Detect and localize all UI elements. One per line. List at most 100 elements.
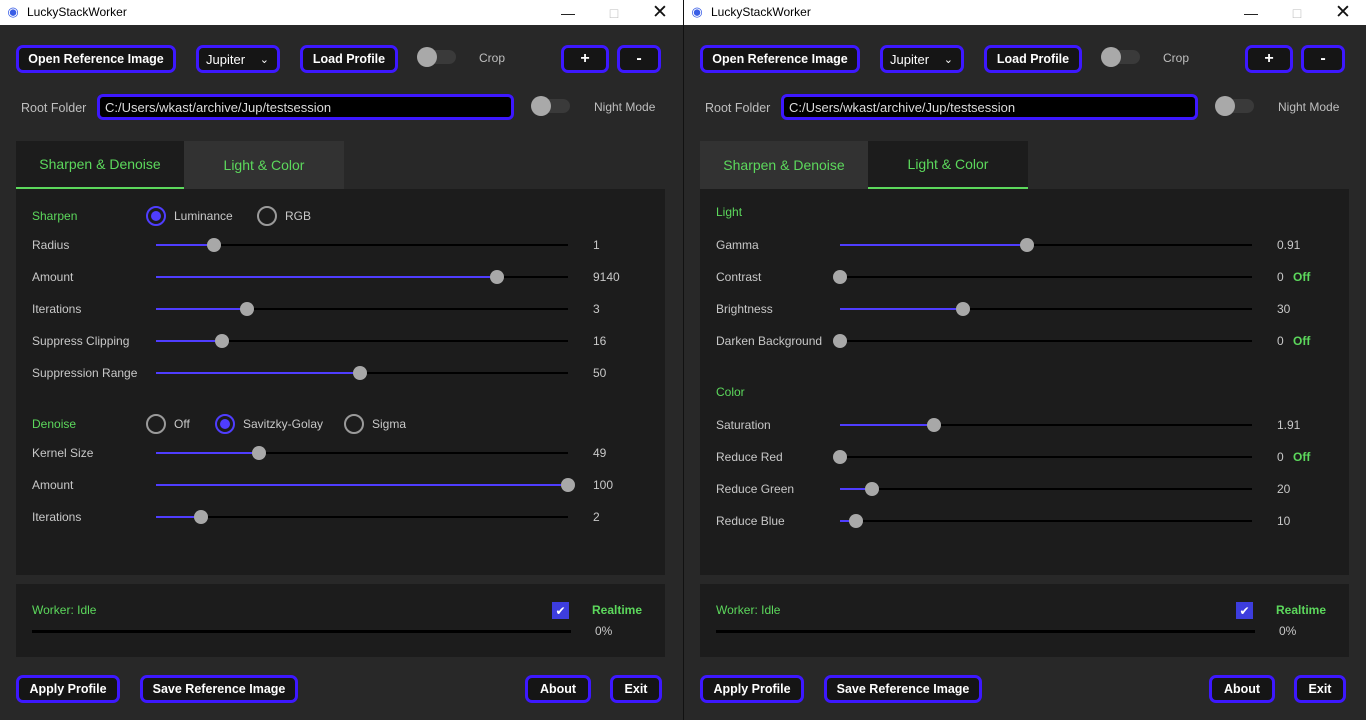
denoise-mode-off[interactable]: Off [146, 414, 190, 434]
tab-light-color[interactable]: Light & Color [868, 141, 1028, 189]
crop-toggle[interactable] [1101, 47, 1140, 67]
slider-label: Radius [32, 238, 70, 252]
sharpen-denoise-panel: Sharpen Luminance RGB Radius 1 Amount 9140 Iter… [16, 189, 665, 575]
radio-label: Savitzky-Golay [243, 417, 324, 431]
root-folder-input[interactable]: C:/Users/wkast/archive/Jup/testsession [97, 94, 514, 120]
realtime-checkbox[interactable]: ✔ [552, 602, 569, 619]
slider-handle[interactable] [214, 334, 229, 348]
slider-light-contrast[interactable] [833, 270, 1252, 284]
slider-handle[interactable] [1020, 238, 1035, 252]
tab-sharpen-denoise[interactable]: Sharpen & Denoise [700, 141, 868, 189]
slider-handle[interactable] [833, 450, 847, 464]
slider-fill [840, 424, 934, 426]
crop-toggle[interactable] [417, 47, 456, 67]
apply-profile-button[interactable]: Apply Profile [700, 675, 804, 703]
slider-handle[interactable] [833, 270, 847, 284]
slider-sharpen-amount[interactable] [156, 270, 568, 284]
slider-light-darken-background[interactable] [833, 334, 1252, 348]
open-reference-button[interactable]: Open Reference Image [16, 45, 176, 73]
slider-value: 3 [593, 302, 600, 316]
slider-row-light-contrast: Contrast 0 Off [700, 267, 1349, 287]
about-button[interactable]: About [1209, 675, 1275, 703]
slider-color-reduce-red[interactable] [833, 450, 1252, 464]
slider-denoise-amount[interactable] [156, 478, 575, 492]
crop-label: Crop [1163, 51, 1190, 65]
slider-handle[interactable] [240, 302, 255, 316]
slider-value: 30 [1277, 302, 1291, 316]
slider-sharpen-iterations[interactable] [156, 302, 568, 316]
maximize-icon[interactable]: □ [1274, 0, 1320, 25]
zoom-out-button[interactable]: - [1301, 45, 1345, 73]
slider-handle[interactable] [194, 510, 209, 524]
slider-handle[interactable] [833, 334, 847, 348]
denoise-title: Denoise [32, 417, 77, 431]
night-mode-toggle[interactable] [531, 96, 570, 116]
slider-fill [156, 484, 568, 486]
slider-label: Amount [32, 478, 74, 492]
slider-sharpen-suppress-clipping[interactable] [156, 334, 568, 348]
profile-select[interactable]: Jupiter ⌄ [880, 45, 964, 73]
slider-row-light-brightness: Brightness 30 [700, 299, 1349, 319]
exit-button[interactable]: Exit [610, 675, 662, 703]
slider-fill [156, 276, 498, 278]
save-reference-button[interactable]: Save Reference Image [824, 675, 982, 703]
slider-label: Reduce Blue [716, 514, 785, 528]
slider-value: 1.91 [1277, 418, 1301, 432]
slider-handle[interactable] [849, 514, 864, 528]
progress-percent: 0% [1279, 624, 1297, 638]
minimize-icon[interactable]: — [1228, 0, 1274, 25]
zoom-in-button[interactable]: + [561, 45, 609, 73]
slider-handle[interactable] [251, 446, 266, 460]
save-reference-button[interactable]: Save Reference Image [140, 675, 298, 703]
progress-bar [716, 630, 1255, 633]
about-button[interactable]: About [525, 675, 591, 703]
slider-value: 100 [593, 478, 614, 492]
apply-profile-button[interactable]: Apply Profile [16, 675, 120, 703]
slider-color-reduce-blue[interactable] [840, 514, 1252, 528]
slider-denoise-iterations[interactable] [156, 510, 568, 524]
denoise-mode-sigma[interactable]: Sigma [344, 414, 406, 434]
slider-handle[interactable] [926, 418, 941, 432]
realtime-checkbox[interactable]: ✔ [1236, 602, 1253, 619]
sharpen-mode-rgb[interactable]: RGB [257, 206, 311, 226]
slider-color-reduce-green[interactable] [840, 482, 1252, 496]
slider-row-color-reduce-green: Reduce Green 20 [700, 479, 1349, 499]
slider-row-color-reduce-red: Reduce Red 0 Off [700, 447, 1349, 467]
tab-light-color[interactable]: Light & Color [184, 141, 344, 189]
profile-select[interactable]: Jupiter ⌄ [196, 45, 280, 73]
slider-fill [840, 244, 1028, 246]
root-folder-label: Root Folder [21, 101, 87, 115]
chevron-down-icon: ⌄ [943, 54, 953, 66]
slider-light-gamma[interactable] [840, 238, 1252, 252]
minimize-icon[interactable]: — [545, 0, 591, 25]
radio-circle [215, 414, 235, 434]
radio-label: RGB [285, 209, 312, 223]
slider-handle[interactable] [865, 482, 880, 496]
tab-sharpen-denoise[interactable]: Sharpen & Denoise [16, 141, 184, 189]
slider-color-saturation[interactable] [840, 418, 1252, 432]
slider-sharpen-suppression-range[interactable] [156, 366, 568, 380]
progress-bar [32, 630, 571, 633]
slider-handle[interactable] [561, 478, 575, 492]
sharpen-mode-luminance[interactable]: Luminance [146, 206, 233, 226]
slider-light-brightness[interactable] [840, 302, 1252, 316]
slider-handle[interactable] [490, 270, 505, 284]
slider-handle[interactable] [352, 366, 367, 380]
close-icon[interactable]: ✕ [637, 0, 683, 25]
night-mode-toggle[interactable] [1215, 96, 1254, 116]
root-folder-input[interactable]: C:/Users/wkast/archive/Jup/testsession [781, 94, 1198, 120]
load-profile-button[interactable]: Load Profile [300, 45, 398, 73]
slider-handle[interactable] [956, 302, 971, 316]
load-profile-button[interactable]: Load Profile [984, 45, 1082, 73]
maximize-icon[interactable]: □ [591, 0, 637, 25]
denoise-mode-savitzky-golay[interactable]: Savitzky-Golay [215, 414, 323, 434]
slider-handle[interactable] [206, 238, 221, 252]
open-reference-button[interactable]: Open Reference Image [700, 45, 860, 73]
slider-denoise-kernel-size[interactable] [156, 446, 568, 460]
slider-sharpen-radius[interactable] [156, 238, 568, 252]
exit-button[interactable]: Exit [1294, 675, 1346, 703]
zoom-out-button[interactable]: - [617, 45, 661, 73]
slider-label: Brightness [716, 302, 773, 316]
zoom-in-button[interactable]: + [1245, 45, 1293, 73]
close-icon[interactable]: ✕ [1320, 0, 1366, 25]
